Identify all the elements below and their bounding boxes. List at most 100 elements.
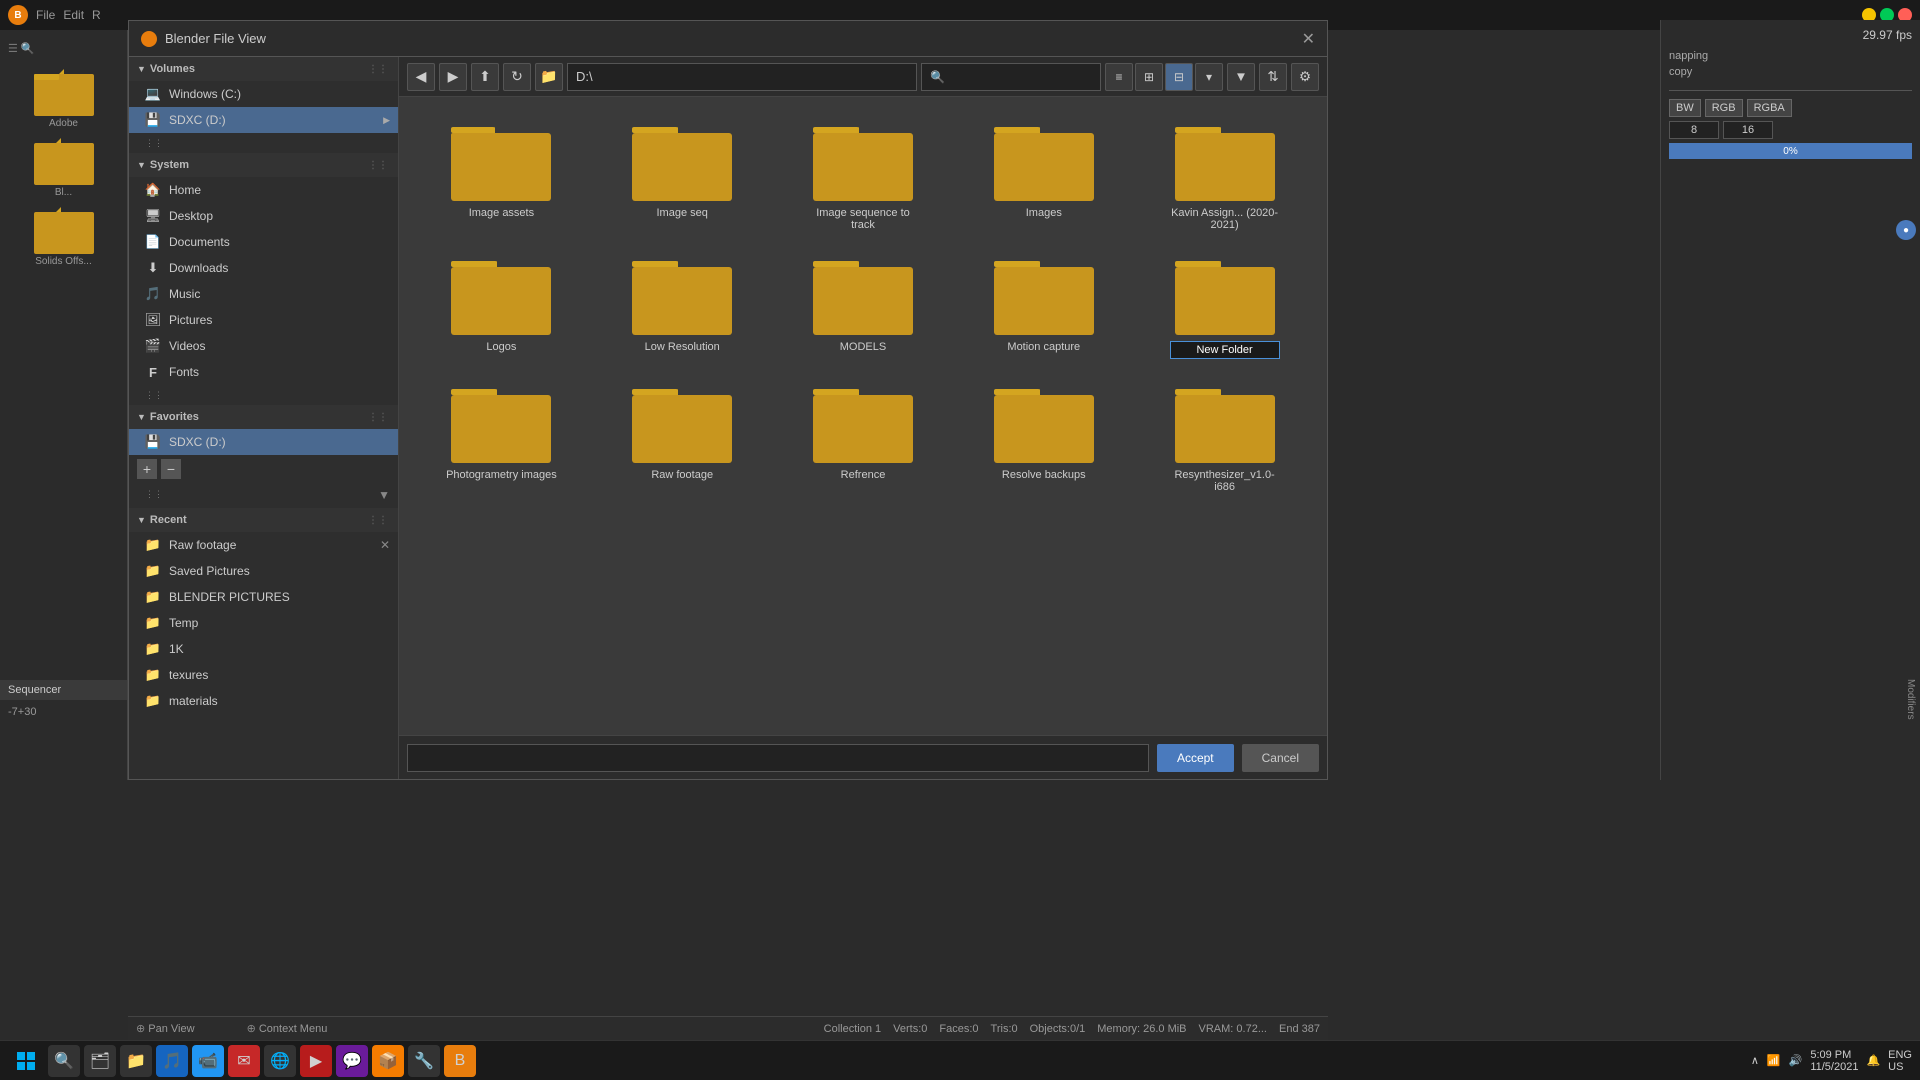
folder-label-models: MODELS [840, 341, 886, 353]
folder-label-low-resolution: Low Resolution [645, 341, 720, 353]
recent-item-texures[interactable]: 📁 texures [129, 662, 398, 688]
sidebar-item-windows-c[interactable]: 💻 Windows (C:) [129, 81, 398, 107]
sidebar-item-documents[interactable]: 📄 Documents [129, 229, 398, 255]
folder-icon-photogrametry [451, 383, 551, 463]
taskbar-icon-4[interactable]: 🎵 [156, 1045, 188, 1077]
forward-button[interactable]: ▶ [439, 63, 467, 91]
taskbar-icon-9[interactable]: 💬 [336, 1045, 368, 1077]
fav-down-arrow[interactable]: ▼ [378, 488, 390, 502]
back-button[interactable]: ◀ [407, 63, 435, 91]
folder-raw-footage[interactable]: Raw footage [596, 375, 769, 501]
left-folder-adobe[interactable]: Adobe [8, 66, 119, 131]
volumes-header[interactable]: ▼ Volumes ⋮⋮ [129, 57, 398, 81]
recent-item-raw-footage[interactable]: 📁 Raw footage ✕ [129, 532, 398, 558]
folder-label-resynthesizer: Resynthesizer_v1.0-i686 [1165, 469, 1285, 493]
recent-item-temp[interactable]: 📁 Temp [129, 610, 398, 636]
file-explorer-button[interactable]: 📁 [120, 1045, 152, 1077]
menu-r[interactable]: R [92, 8, 101, 22]
view-icon-button[interactable]: ⊞ [1135, 63, 1163, 91]
up-button[interactable]: ⬆ [471, 63, 499, 91]
status-context-menu[interactable]: ⊕ Context Menu [247, 1022, 328, 1035]
left-folder-bl[interactable]: Bl... [8, 135, 119, 200]
system-header[interactable]: ▼ System ⋮⋮ [129, 153, 398, 177]
sidebar-item-fonts[interactable]: F Fonts [129, 359, 398, 385]
folder-image-assets[interactable]: Image assets [415, 113, 588, 239]
sidebar-item-videos[interactable]: 🎬 Videos [129, 333, 398, 359]
taskbar-chevron-up-icon[interactable]: ∧ [1751, 1054, 1759, 1067]
cancel-button[interactable]: Cancel [1242, 744, 1319, 772]
folder-refrence[interactable]: Refrence [777, 375, 950, 501]
music-icon: 🎵 [145, 286, 161, 302]
folder-kavin-assign[interactable]: Kavin Assign... (2020-2021) [1138, 113, 1311, 239]
taskbar-icon-11[interactable]: 🔧 [408, 1045, 440, 1077]
taskbar-icon-7[interactable]: 🌐 [264, 1045, 296, 1077]
folder-photogrametry[interactable]: Photogrametry images [415, 375, 588, 501]
view-list-button[interactable]: ≡ [1105, 63, 1133, 91]
sidebar-item-downloads[interactable]: ⬇ Downloads [129, 255, 398, 281]
folder-label-refrence: Refrence [841, 469, 886, 481]
folder-label-image-assets: Image assets [469, 207, 534, 219]
recent-item-saved-pictures[interactable]: 📁 Saved Pictures [129, 558, 398, 584]
refresh-button[interactable]: ↻ [503, 63, 531, 91]
folder-label-images: Images [1026, 207, 1062, 219]
new-folder-button[interactable]: 📁 [535, 63, 563, 91]
folder-logos[interactable]: Logos [415, 247, 588, 367]
recent-item-1k[interactable]: 📁 1K [129, 636, 398, 662]
blender-taskbar-button[interactable]: B [444, 1045, 476, 1077]
sidebar-fav-sdxc[interactable]: 💾 SDXC (D:) [129, 429, 398, 455]
taskbar-icon-5[interactable]: 📹 [192, 1045, 224, 1077]
task-view-button[interactable]: 🗂 [84, 1045, 116, 1077]
folder-image-sequence-track[interactable]: Image sequence to track [777, 113, 950, 239]
recent-header[interactable]: ▼ Recent ⋮⋮ [129, 508, 398, 532]
bw-button[interactable]: BW [1669, 99, 1701, 117]
folder-motion-capture[interactable]: Motion capture [957, 247, 1130, 367]
left-folder-solids[interactable]: Solids Offs... [8, 204, 119, 269]
filter-button[interactable]: ▼ [1227, 63, 1255, 91]
sidebar-item-music[interactable]: 🎵 Music [129, 281, 398, 307]
accept-button[interactable]: Accept [1157, 744, 1234, 772]
sidebar-item-sdxc-d[interactable]: 💾 SDXC (D:) ▶ [129, 107, 398, 133]
sidebar-item-home[interactable]: 🏠 Home [129, 177, 398, 203]
sidebar-item-pictures[interactable]: 🖼 Pictures [129, 307, 398, 333]
sort-button[interactable]: ⇅ [1259, 63, 1287, 91]
folder-low-resolution[interactable]: Low Resolution [596, 247, 769, 367]
folder-resynthesizer[interactable]: Resynthesizer_v1.0-i686 [1138, 375, 1311, 501]
channel-input-1[interactable] [1669, 121, 1719, 139]
menu-edit[interactable]: Edit [63, 8, 84, 22]
modifier-icon-1[interactable]: ● [1896, 220, 1916, 240]
filename-input[interactable] [407, 744, 1149, 772]
recent-close-0[interactable]: ✕ [380, 538, 390, 552]
taskbar-notification-icon[interactable]: 🔔 [1866, 1054, 1880, 1067]
view-expand-button[interactable]: ▾ [1195, 63, 1223, 91]
favorites-remove-button[interactable]: − [161, 459, 181, 479]
folder-models[interactable]: MODELS [777, 247, 950, 367]
folder-new-folder[interactable] [1138, 247, 1311, 367]
folder-label-image-seq: Image seq [657, 207, 708, 219]
recent-arrow: ▼ [137, 515, 146, 525]
view-grid-button[interactable]: ⊟ [1165, 63, 1193, 91]
start-button[interactable] [8, 1043, 44, 1079]
taskbar-volume-icon[interactable]: 🔊 [1789, 1054, 1803, 1067]
search-taskbar-button[interactable]: 🔍 [48, 1045, 80, 1077]
recent-item-materials[interactable]: 📁 materials [129, 688, 398, 714]
folder-resolve-backups[interactable]: Resolve backups [957, 375, 1130, 501]
channel-input-2[interactable] [1723, 121, 1773, 139]
folder-image-seq[interactable]: Image seq [596, 113, 769, 239]
file-dialog-close-button[interactable]: ✕ [1302, 29, 1315, 49]
path-bar[interactable] [567, 63, 917, 91]
rgba-button[interactable]: RGBA [1747, 99, 1792, 117]
taskbar-icon-8[interactable]: ▶ [300, 1045, 332, 1077]
favorites-add-button[interactable]: + [137, 459, 157, 479]
taskbar-icon-6[interactable]: ✉ [228, 1045, 260, 1077]
status-pan-view[interactable]: ⊕ Pan View [136, 1022, 195, 1035]
taskbar-icon-10[interactable]: 📦 [372, 1045, 404, 1077]
rgb-button[interactable]: RGB [1705, 99, 1743, 117]
favorites-header[interactable]: ▼ Favorites ⋮⋮ [129, 405, 398, 429]
settings-button[interactable]: ⚙ [1291, 63, 1319, 91]
recent-item-blender-pictures[interactable]: 📁 BLENDER PICTURES [129, 584, 398, 610]
folder-images[interactable]: Images [957, 113, 1130, 239]
menu-file[interactable]: File [36, 8, 55, 22]
sidebar-item-desktop[interactable]: 🖥 Desktop [129, 203, 398, 229]
new-folder-input[interactable] [1170, 341, 1280, 359]
search-input[interactable] [921, 63, 1101, 91]
